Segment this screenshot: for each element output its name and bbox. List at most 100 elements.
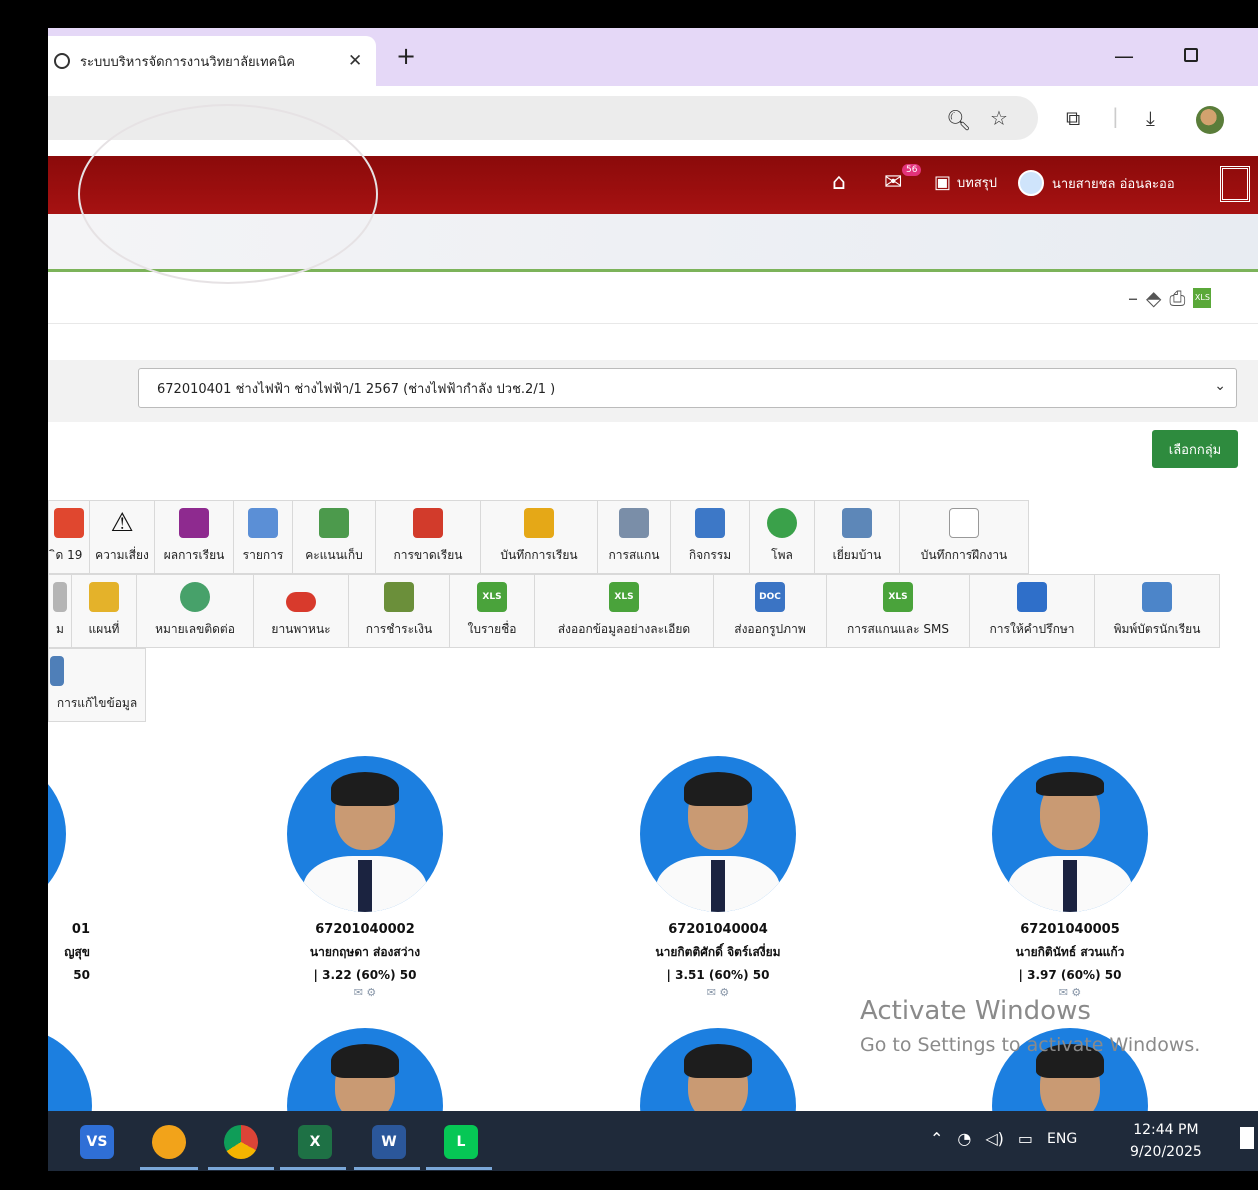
student-gpa: | 3.51 (60%) 50	[666, 968, 770, 982]
xls-icon: XLS	[477, 582, 507, 612]
volume-icon[interactable]: ◁)	[985, 1129, 1004, 1148]
bar-chart-icon	[179, 508, 209, 538]
browser-app-icon[interactable]	[152, 1125, 186, 1159]
warning-icon: ⚠	[110, 508, 134, 538]
menu-label: บันทึกการเรียน	[500, 548, 578, 562]
user-menu[interactable]: นายสายชล อ่อนละออ	[1018, 170, 1175, 196]
minimize-button[interactable]: —	[1114, 44, 1134, 68]
partial-icon	[53, 582, 67, 612]
menu-list[interactable]: รายการ	[233, 500, 293, 574]
map-icon	[89, 582, 119, 612]
menu-export-photo[interactable]: DOC ส่งออกรูปภาพ	[713, 574, 827, 648]
home-icon[interactable]: ⌂	[832, 170, 846, 195]
menu-poll[interactable]: โพล	[749, 500, 815, 574]
header-banner	[48, 104, 1258, 284]
student-card[interactable]: 01 ญสุข 50	[48, 756, 98, 982]
money-icon	[384, 582, 414, 612]
restore-button[interactable]	[1184, 48, 1198, 62]
activate-windows-watermark: Activate Windows Go to Settings to activ…	[860, 996, 1200, 1056]
menu-risk[interactable]: ⚠ ความเสี่ยง	[89, 500, 155, 574]
toolbar-separator: |	[1112, 104, 1119, 128]
download-icon[interactable]: ⤓	[1146, 106, 1155, 130]
line-app-icon[interactable]: L	[444, 1125, 478, 1159]
qr-code-icon[interactable]	[1220, 166, 1250, 202]
menu-absence[interactable]: การขาดเรียน	[375, 500, 481, 574]
bookmark-star-icon[interactable]: ☆	[990, 106, 1008, 130]
menu-map[interactable]: แผนที่	[71, 574, 137, 648]
notification-icon[interactable]: ✉	[884, 170, 902, 195]
student-action-icons[interactable]: ✉ ⚙	[255, 986, 475, 999]
menu-counseling[interactable]: การให้คำปรึกษา	[969, 574, 1095, 648]
menu-label: ส่งออกรูปภาพ	[734, 622, 806, 636]
menu-activity[interactable]: กิจกรรม	[670, 500, 750, 574]
excel-export-icon[interactable]: XLS	[1193, 288, 1212, 308]
virus-icon	[54, 508, 84, 538]
menu-edit-data[interactable]: การแก้ไขข้อมูล	[48, 648, 146, 722]
menu-label: ความเสี่ยง	[95, 548, 149, 562]
menu-scores[interactable]: คะแนนเก็บ	[292, 500, 376, 574]
chrome-app-icon[interactable]	[224, 1125, 258, 1159]
language-indicator[interactable]: ENG	[1047, 1131, 1077, 1147]
pencil-note-icon	[524, 508, 554, 538]
taskbar-indicator	[140, 1167, 198, 1170]
student-card[interactable]: 67201040004 นายกิตติศักดิ์ จิตร์เสงี่ยม …	[608, 756, 828, 999]
menu-label: บันทึกการฝึกงาน	[920, 548, 1008, 562]
student-id: 67201040002	[315, 922, 415, 937]
menu-label: การให้คำปรึกษา	[989, 622, 1075, 636]
move-icon[interactable]: ⬘	[1146, 286, 1161, 310]
menu-partial[interactable]: ม	[48, 574, 72, 648]
menu-label: ยานพาหนะ	[271, 622, 331, 636]
menu-home-visit[interactable]: เยี่ยมบ้าน	[814, 500, 900, 574]
windows-taskbar: VS X W L ⌃ ◔ ◁) ▭ ENG 12:44 PM 9/20/2025	[48, 1111, 1258, 1171]
student-name: นายกิตติศักดิ์ จิตร์เสงี่ยม	[655, 945, 781, 959]
summary-link[interactable]: ▣ บทสรุป	[934, 172, 997, 193]
menu-internship-log[interactable]: บันทึกการฝึกงาน	[899, 500, 1029, 574]
battery-icon[interactable]: ▭	[1018, 1129, 1033, 1148]
menu-label: การชำระเงิน	[365, 622, 433, 636]
group-select[interactable]: 672010401 ช่างไฟฟ้า ช่างไฟฟ้า/1 2567 (ช่…	[138, 368, 1237, 408]
menu-scan-sms[interactable]: XLS การสแกนและ SMS	[826, 574, 970, 648]
menu-results[interactable]: ผลการเรียน	[154, 500, 234, 574]
menu-export-detail[interactable]: XLS ส่งออกข้อมูลอย่างละเอียด	[534, 574, 714, 648]
choose-group-button[interactable]: เลือกกลุ่ม	[1152, 430, 1238, 468]
notification-center-icon[interactable]	[1240, 1127, 1254, 1149]
screenshot-frame: ระบบบริหารจัดการงานวิทยาลัยเทคนิค ✕ + — …	[0, 0, 1258, 1190]
word-app-icon[interactable]: W	[372, 1125, 406, 1159]
student-gpa: | 3.97 (60%) 50	[1018, 968, 1122, 982]
chevron-up-icon[interactable]: ⌃	[930, 1129, 943, 1148]
print-icon[interactable]: ⎙	[1169, 286, 1185, 310]
menu-label: คะแนนเก็บ	[305, 548, 363, 562]
menu-covid[interactable]: ิด 19	[48, 500, 90, 574]
student-action-icons[interactable]: ✉ ⚙	[608, 986, 828, 999]
clock[interactable]: 12:44 PM 9/20/2025	[1130, 1119, 1202, 1163]
user-name: นายสายชล อ่อนละออ	[1052, 176, 1175, 192]
student-card[interactable]: 67201040002 นายกฤษดา ส่องสว่าง | 3.22 (6…	[255, 756, 475, 999]
student-card[interactable]: 67201040005 นายกิตินัทธ์ สวนแก้ว | 3.97 …	[960, 756, 1180, 999]
profile-avatar[interactable]	[1196, 106, 1224, 134]
student-name: นายกฤษดา ส่องสว่าง	[309, 945, 421, 959]
zoom-icon[interactable]: 🔍︎	[946, 108, 971, 132]
menu-label: หมายเลขติดต่อ	[155, 622, 235, 636]
phone-icon	[180, 582, 210, 612]
excel-app-icon[interactable]: X	[298, 1125, 332, 1159]
student-id: 01	[71, 922, 90, 937]
watermark-title: Activate Windows	[860, 996, 1091, 1026]
tab-close-icon[interactable]: ✕	[348, 51, 362, 71]
pie-chart-icon	[767, 508, 797, 538]
clock-date: 9/20/2025	[1130, 1144, 1202, 1160]
new-tab-button[interactable]: +	[396, 42, 416, 70]
vscode-app-icon[interactable]: VS	[80, 1125, 114, 1159]
menu-scan[interactable]: การสแกน	[597, 500, 671, 574]
extensions-icon[interactable]: ⧉	[1066, 106, 1080, 130]
menu-name-list[interactable]: XLS ใบรายชื่อ	[449, 574, 535, 648]
menu-contact[interactable]: หมายเลขติดต่อ	[136, 574, 254, 648]
menu-label: โพล	[771, 548, 793, 562]
menu-vehicle[interactable]: ยานพาหนะ	[253, 574, 349, 648]
collapse-icon[interactable]: –	[1128, 286, 1138, 310]
network-icon[interactable]: ◔	[957, 1129, 971, 1148]
id-card-icon	[1142, 582, 1172, 612]
menu-study-log[interactable]: บันทึกการเรียน	[480, 500, 598, 574]
menu-print-id-card[interactable]: พิมพ์บัตรนักเรียน	[1094, 574, 1220, 648]
browser-tab[interactable]: ระบบบริหารจัดการงานวิทยาลัยเทคนิค ✕	[48, 36, 376, 86]
menu-payment[interactable]: การชำระเงิน	[348, 574, 450, 648]
